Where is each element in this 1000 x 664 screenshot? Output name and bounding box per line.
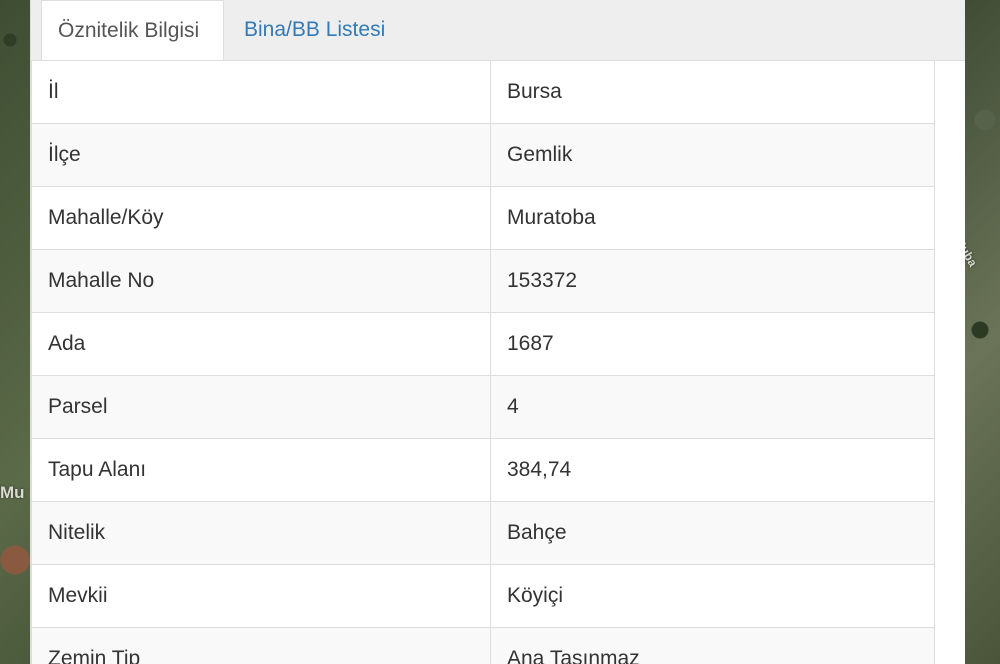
table-row: Zemin Tip Ana Taşınmaz: [31, 627, 935, 664]
tab-bar: Öznitelik Bilgisi Bina/BB Listesi: [31, 0, 965, 61]
tab-building-list[interactable]: Bina/BB Listesi: [228, 0, 401, 60]
row-key: Zemin Tip: [31, 627, 491, 664]
attribute-table: İl Bursa İlçe Gemlik Mahalle/Köy Muratob…: [31, 60, 935, 664]
table-row: Mevkii Köyiçi: [31, 564, 935, 628]
attribute-table-container: İl Bursa İlçe Gemlik Mahalle/Köy Muratob…: [31, 60, 935, 664]
row-value: 153372: [490, 249, 935, 313]
row-key: Nitelik: [31, 501, 491, 565]
table-row: İl Bursa: [31, 60, 935, 124]
tab-attribute-info[interactable]: Öznitelik Bilgisi: [41, 0, 224, 61]
table-row: Parsel 4: [31, 375, 935, 439]
table-row: İlçe Gemlik: [31, 123, 935, 187]
row-value: 4: [490, 375, 935, 439]
row-value: Bursa: [490, 60, 935, 124]
row-value: Bahçe: [490, 501, 935, 565]
row-key: Mahalle/Köy: [31, 186, 491, 250]
row-key: Mahalle No: [31, 249, 491, 313]
row-value: Ana Taşınmaz: [490, 627, 935, 664]
row-key: Parsel: [31, 375, 491, 439]
map-street-label-left: Mu: [0, 483, 25, 502]
row-value: Köyiçi: [490, 564, 935, 628]
row-key: İl: [31, 60, 491, 124]
table-row: Tapu Alanı 384,74: [31, 438, 935, 502]
table-row: Mahalle/Köy Muratoba: [31, 186, 935, 250]
row-value: Muratoba: [490, 186, 935, 250]
row-key: İlçe: [31, 123, 491, 187]
parcel-info-panel: Öznitelik Bilgisi Bina/BB Listesi İl Bur…: [30, 0, 965, 664]
table-row: Mahalle No 153372: [31, 249, 935, 313]
row-key: Ada: [31, 312, 491, 376]
table-row: Nitelik Bahçe: [31, 501, 935, 565]
row-value: 384,74: [490, 438, 935, 502]
row-key: Mevkii: [31, 564, 491, 628]
row-value: Gemlik: [490, 123, 935, 187]
table-row: Ada 1687: [31, 312, 935, 376]
row-key: Tapu Alanı: [31, 438, 491, 502]
row-value: 1687: [490, 312, 935, 376]
